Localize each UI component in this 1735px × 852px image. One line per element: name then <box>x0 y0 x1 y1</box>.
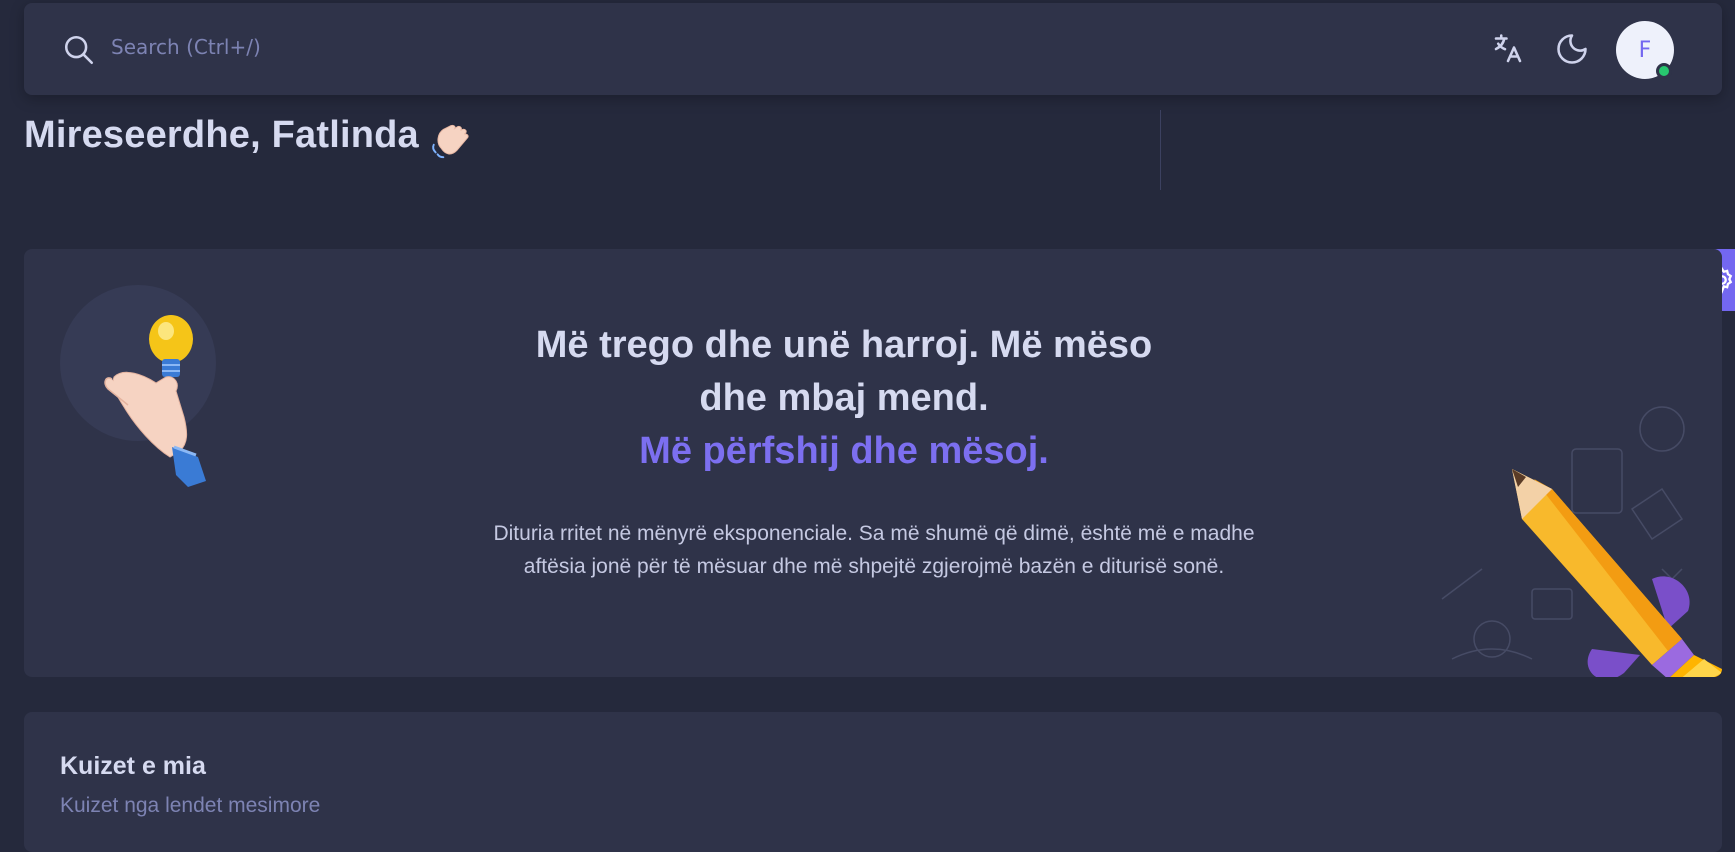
avatar-initial: F <box>1638 37 1652 63</box>
translate-icon[interactable] <box>1490 31 1526 67</box>
search-input[interactable]: Search (Ctrl+/) <box>111 35 261 59</box>
hero-quote-card: Më trego dhe unë harroj. Më mëso dhe mba… <box>24 249 1722 677</box>
pencil-rocket-illustration <box>1512 469 1722 677</box>
top-navbar: Search (Ctrl+/) F <box>24 3 1722 95</box>
hero-quote-line1: Më trego dhe unë harroj. Më mëso <box>535 324 1153 366</box>
online-status-dot <box>1656 63 1672 79</box>
hero-quote: Më trego dhe unë harroj. Më mëso dhe mba… <box>474 319 1214 478</box>
waving-hand-icon <box>432 124 469 159</box>
hero-quote-accent: Më përfshij dhe mësoj. <box>639 430 1049 472</box>
search-icon[interactable] <box>62 33 96 67</box>
welcome-heading: Mireseerdhe, Fatlinda <box>24 114 419 156</box>
hand-lightbulb-illustration <box>104 315 206 487</box>
header-divider <box>1160 110 1161 190</box>
my-quizzes-card: Kuizet e mia Kuizet nga lendet mesimore <box>24 712 1722 852</box>
quizzes-subtitle: Kuizet nga lendet mesimore <box>60 794 321 817</box>
hero-description: Dituria rritet në mënyrë eksponenciale. … <box>493 522 1255 578</box>
moon-icon[interactable] <box>1554 31 1590 67</box>
hero-quote-line2: dhe mbaj mend. <box>699 377 989 419</box>
quizzes-title: Kuizet e mia <box>60 752 206 780</box>
